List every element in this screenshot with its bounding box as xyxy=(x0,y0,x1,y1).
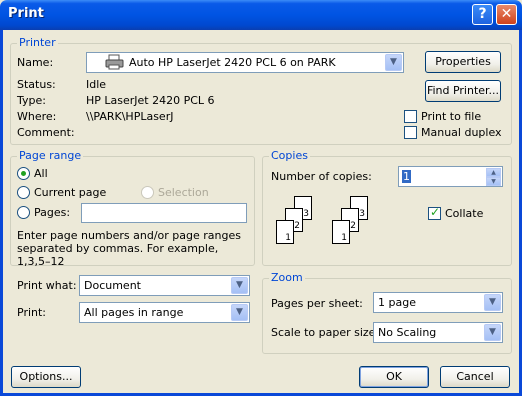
page-range-hint: Enter page numbers and/or page ranges se… xyxy=(17,229,241,268)
status-label: Status: xyxy=(17,78,56,91)
cancel-button[interactable]: Cancel xyxy=(440,366,510,388)
spin-down-icon[interactable]: ▼ xyxy=(486,177,501,186)
pages-per-sheet-label[interactable]: Pages per sheet: xyxy=(271,297,363,310)
printer-name-select[interactable]: Auto HP LaserJet 2420 PCL 6 on PARK ▼ xyxy=(86,52,404,73)
close-button[interactable]: ✕ xyxy=(496,4,517,25)
copies-group-label: Copies xyxy=(269,149,310,162)
comment-label: Comment: xyxy=(17,126,75,139)
chevron-down-icon: ▼ xyxy=(484,294,501,311)
copies-spinner[interactable]: 1 ▲ ▼ xyxy=(398,166,503,187)
manual-duplex-checkbox[interactable] xyxy=(404,126,417,139)
current-page-radio[interactable] xyxy=(17,186,30,199)
pages-per-sheet-select[interactable]: 1 page ▼ xyxy=(373,292,503,313)
type-value: HP LaserJet 2420 PCL 6 xyxy=(86,94,215,107)
chevron-down-icon: ▼ xyxy=(231,304,248,321)
chevron-down-icon: ▼ xyxy=(484,324,501,341)
number-of-copies-label[interactable]: Number of copies: xyxy=(271,170,372,183)
where-value: \\PARK\HPLaserJ xyxy=(86,110,174,123)
page-range-group-label: Page range xyxy=(17,149,84,162)
manual-duplex-label[interactable]: Manual duplex xyxy=(421,126,502,139)
print-to-file-label[interactable]: Print to file xyxy=(421,110,481,123)
collate-checkbox[interactable] xyxy=(428,205,441,220)
chevron-down-icon: ▼ xyxy=(385,54,402,71)
properties-button[interactable]: Properties xyxy=(425,51,501,73)
print-what-label[interactable]: Print what: xyxy=(17,279,77,292)
print-select[interactable]: All pages in range ▼ xyxy=(79,302,250,323)
collate-page: 1 xyxy=(276,220,294,244)
find-printer-button[interactable]: Find Printer... xyxy=(425,80,501,102)
title-bar[interactable]: Print ? ✕ xyxy=(0,0,522,30)
print-what-select[interactable]: Document ▼ xyxy=(79,275,250,296)
print-to-file-checkbox[interactable] xyxy=(404,110,417,123)
all-pages-label[interactable]: All xyxy=(34,167,48,180)
ok-button[interactable]: OK xyxy=(359,366,429,388)
scale-value: No Scaling xyxy=(378,326,437,339)
window-title: Print xyxy=(8,6,44,21)
pages-radio[interactable] xyxy=(17,206,30,219)
status-value: Idle xyxy=(86,78,107,91)
scale-label[interactable]: Scale to paper size: xyxy=(271,326,379,339)
print-what-value: Document xyxy=(84,279,141,292)
printer-name-value: Auto HP LaserJet 2420 PCL 6 on PARK xyxy=(129,56,336,69)
help-button[interactable]: ? xyxy=(472,4,493,25)
spin-up-icon[interactable]: ▲ xyxy=(486,168,501,177)
all-pages-radio[interactable] xyxy=(17,167,30,180)
printer-group-label: Printer xyxy=(17,36,58,49)
where-label: Where: xyxy=(17,110,57,123)
zoom-group-label: Zoom xyxy=(269,271,305,284)
pages-per-sheet-value: 1 page xyxy=(378,296,416,309)
options-button[interactable]: Options... xyxy=(11,366,81,388)
type-label: Type: xyxy=(17,94,46,107)
collate-page: 1 xyxy=(332,220,350,244)
print-label[interactable]: Print: xyxy=(17,306,46,319)
pages-label[interactable]: Pages: xyxy=(34,206,70,219)
copies-value: 1 xyxy=(402,170,411,183)
print-value: All pages in range xyxy=(84,306,184,319)
chevron-down-icon: ▼ xyxy=(231,277,248,294)
selection-radio[interactable] xyxy=(141,186,154,199)
pages-input[interactable] xyxy=(81,203,247,223)
selection-label[interactable]: Selection xyxy=(158,186,209,199)
collate-label[interactable]: Collate xyxy=(445,207,483,220)
printer-icon xyxy=(105,54,124,70)
close-icon: ✕ xyxy=(500,6,513,22)
current-page-label[interactable]: Current page xyxy=(34,186,106,199)
help-icon: ? xyxy=(478,6,487,22)
printer-name-label: Name: xyxy=(17,56,54,69)
scale-select[interactable]: No Scaling ▼ xyxy=(373,322,503,343)
